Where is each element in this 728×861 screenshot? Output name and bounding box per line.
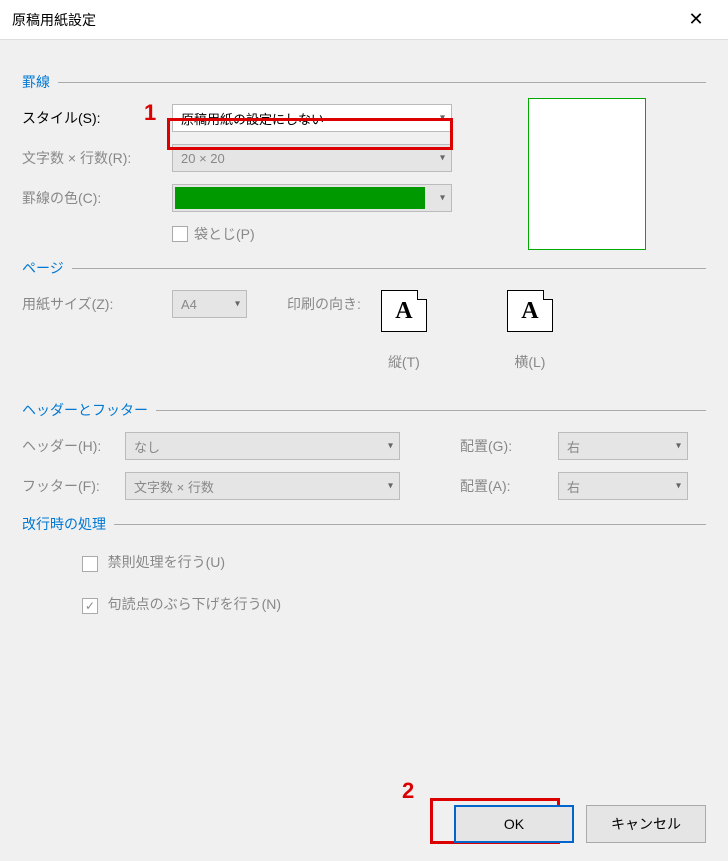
label-header-align: 配置(G): xyxy=(460,436,550,456)
portrait-label: 縦(T) xyxy=(381,352,427,372)
footer-value: 文字数 × 行数 xyxy=(134,477,214,496)
cancel-button[interactable]: キャンセル xyxy=(586,805,706,843)
button-row: OK キャンセル xyxy=(454,805,706,843)
label-footer-align: 配置(A): xyxy=(460,476,550,496)
punct-checkbox xyxy=(82,598,98,614)
fold-checkbox xyxy=(172,226,188,242)
punct-label: 句読点のぶら下げを行う(N) xyxy=(108,596,281,612)
divider xyxy=(114,524,706,525)
close-icon: ✕ xyxy=(688,9,703,30)
section-label-linebreak: 改行時の処理 xyxy=(22,514,114,534)
kinsoku-label: 禁則処理を行う(U) xyxy=(108,554,225,570)
section-ruled: 罫線 xyxy=(22,72,706,92)
footer-dropdown: 文字数 × 行数 ▾ xyxy=(125,472,400,500)
chevron-down-icon: ▾ xyxy=(440,193,445,204)
chars-value: 20 × 20 xyxy=(181,151,225,166)
header-value: なし xyxy=(134,437,160,456)
row-footer: フッター(F): 文字数 × 行数 ▾ 配置(A): 右 ▾ xyxy=(22,472,706,500)
section-linebreak: 改行時の処理 xyxy=(22,514,706,534)
color-swatch xyxy=(175,187,425,209)
row-kinsoku: 禁則処理を行う(U) xyxy=(82,552,706,572)
orientation-group: A 縦(T) A 横(L) xyxy=(381,290,553,372)
row-header: ヘッダー(H): なし ▾ 配置(G): 右 ▾ xyxy=(22,432,706,460)
section-label-ruled: 罫線 xyxy=(22,72,58,92)
header-dropdown: なし ▾ xyxy=(125,432,400,460)
chevron-down-icon: ▾ xyxy=(388,441,393,452)
color-dropdown: ▾ xyxy=(172,184,452,212)
orientation-landscape: A 横(L) xyxy=(507,290,553,372)
section-label-page: ページ xyxy=(22,258,72,278)
titlebar: 原稿用紙設定 ✕ xyxy=(0,0,728,40)
annotation-2: 2 xyxy=(402,778,414,804)
label-papersize: 用紙サイズ(Z): xyxy=(22,290,172,314)
label-footer: フッター(F): xyxy=(22,476,117,496)
chevron-down-icon: ▾ xyxy=(235,299,240,310)
label-orientation: 印刷の向き: xyxy=(287,290,361,314)
section-label-hf: ヘッダーとフッター xyxy=(22,400,156,420)
footer-align-dropdown: 右 ▾ xyxy=(558,472,688,500)
section-page: ページ xyxy=(22,258,706,278)
ok-label: OK xyxy=(504,816,524,832)
preview-box xyxy=(528,98,646,250)
annotation-1: 1 xyxy=(144,100,156,126)
kinsoku-checkbox xyxy=(82,556,98,572)
fold-label: 袋とじ(P) xyxy=(194,224,255,244)
section-hf: ヘッダーとフッター xyxy=(22,400,706,420)
chevron-down-icon: ▾ xyxy=(440,153,445,164)
papersize-dropdown: A4 ▾ xyxy=(172,290,247,318)
orientation-portrait: A 縦(T) xyxy=(381,290,427,372)
label-header: ヘッダー(H): xyxy=(22,436,117,456)
annotation-1-box xyxy=(167,118,453,150)
chevron-down-icon: ▾ xyxy=(676,441,681,452)
header-align-value: 右 xyxy=(567,437,580,456)
portrait-icon: A xyxy=(381,290,427,332)
chevron-down-icon: ▾ xyxy=(388,481,393,492)
row-papersize: 用紙サイズ(Z): A4 ▾ 印刷の向き: A 縦(T) A 横(L) xyxy=(22,290,706,372)
header-align-dropdown: 右 ▾ xyxy=(558,432,688,460)
row-punct: 句読点のぶら下げを行う(N) xyxy=(82,594,706,614)
ok-button[interactable]: OK xyxy=(454,805,574,843)
close-button[interactable]: ✕ xyxy=(676,0,716,40)
label-color: 罫線の色(C): xyxy=(22,188,172,208)
footer-align-value: 右 xyxy=(567,477,580,496)
divider xyxy=(58,82,706,83)
label-chars: 文字数 × 行数(R): xyxy=(22,148,172,168)
divider xyxy=(72,268,706,269)
divider xyxy=(156,410,706,411)
linebreak-options: 禁則処理を行う(U) 句読点のぶら下げを行う(N) xyxy=(22,552,706,614)
landscape-label: 横(L) xyxy=(507,352,553,372)
chevron-down-icon: ▾ xyxy=(676,481,681,492)
window-title: 原稿用紙設定 xyxy=(12,10,676,30)
cancel-label: キャンセル xyxy=(611,814,681,834)
landscape-icon: A xyxy=(507,290,553,332)
papersize-value: A4 xyxy=(181,297,197,312)
